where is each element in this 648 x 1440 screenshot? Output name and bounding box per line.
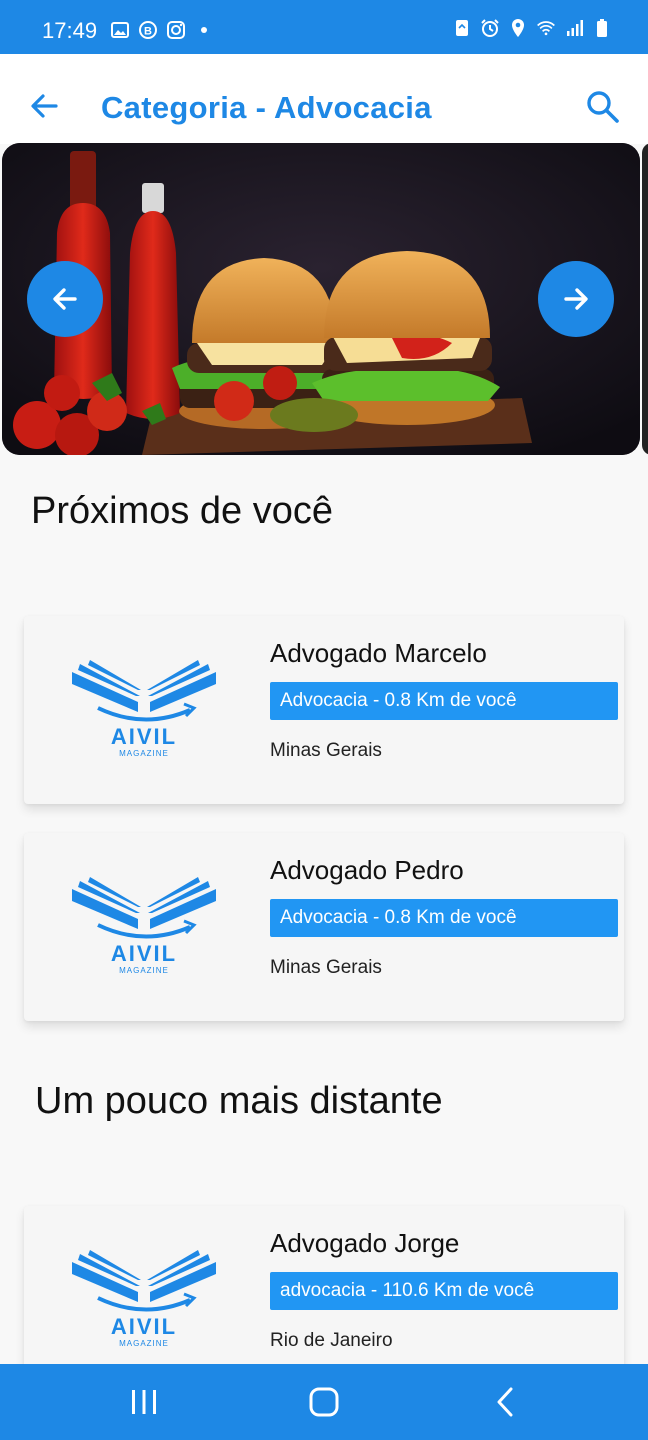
carousel-prev-button[interactable]	[27, 261, 103, 337]
aivil-logo: AIVIL MAGAZINE	[72, 660, 216, 758]
listing-card[interactable]: AIVIL MAGAZINE Advogado Marcelo Advocaci…	[24, 616, 624, 804]
svg-text:B: B	[144, 26, 152, 38]
listing-name: Advogado Marcelo	[270, 638, 487, 668]
gallery-icon	[111, 22, 129, 38]
aivil-logo: AIVIL MAGAZINE	[72, 877, 216, 975]
logo-sub: MAGAZINE	[119, 749, 169, 758]
status-bar: 17:49 B	[0, 0, 648, 54]
system-icons	[452, 18, 612, 38]
wifi-icon	[537, 21, 555, 36]
listing-tag: advocacia - 110.6 Km de você	[270, 1272, 618, 1310]
instagram-icon	[167, 21, 185, 39]
listing-place: Minas Gerais	[270, 957, 382, 978]
location-icon	[512, 19, 524, 37]
system-nav-bar	[0, 1364, 648, 1440]
page-title: Categoria - Advocacia	[101, 90, 432, 125]
back-icon[interactable]	[486, 1384, 526, 1420]
arrow-left-icon	[53, 288, 77, 310]
listing-place: Rio de Janeiro	[270, 1330, 393, 1351]
listing-tag: Advocacia - 0.8 Km de você	[270, 899, 618, 937]
logo-brand: AIVIL	[111, 941, 177, 966]
listing-name: Advogado Pedro	[270, 855, 464, 885]
logo-brand: AIVIL	[111, 1314, 177, 1339]
carousel-next-button[interactable]	[538, 261, 614, 337]
aivil-logo: AIVIL MAGAZINE	[72, 1250, 216, 1348]
logo-sub: MAGAZINE	[119, 1339, 169, 1348]
arrow-right-icon	[564, 288, 588, 310]
section-title-far: Um pouco mais distante	[35, 1080, 443, 1122]
recents-icon[interactable]	[124, 1384, 164, 1420]
recycle-icon	[456, 20, 468, 36]
listing-name: Advogado Jorge	[270, 1228, 460, 1258]
listing-place: Minas Gerais	[270, 740, 382, 761]
status-time: 17:49	[42, 18, 98, 43]
alarm-icon	[481, 19, 499, 37]
listing-tag: Advocacia - 0.8 Km de você	[270, 682, 618, 720]
home-icon[interactable]	[304, 1384, 344, 1420]
next-banner-peek	[642, 143, 648, 455]
back-arrow-icon[interactable]	[26, 88, 62, 124]
battery-icon	[597, 19, 607, 37]
listing-card[interactable]: AIVIL MAGAZINE Advogado Pedro Advocacia …	[24, 833, 624, 1021]
notification-icons: B	[110, 20, 214, 40]
signal-icon	[567, 20, 583, 36]
dot-icon	[201, 27, 207, 33]
search-icon[interactable]	[584, 88, 622, 126]
section-title-near: Próximos de você	[31, 490, 334, 532]
logo-sub: MAGAZINE	[119, 966, 169, 975]
b-app-icon: B	[139, 21, 157, 39]
logo-brand: AIVIL	[111, 724, 177, 749]
app-bar: Categoria - Advocacia	[0, 54, 648, 144]
